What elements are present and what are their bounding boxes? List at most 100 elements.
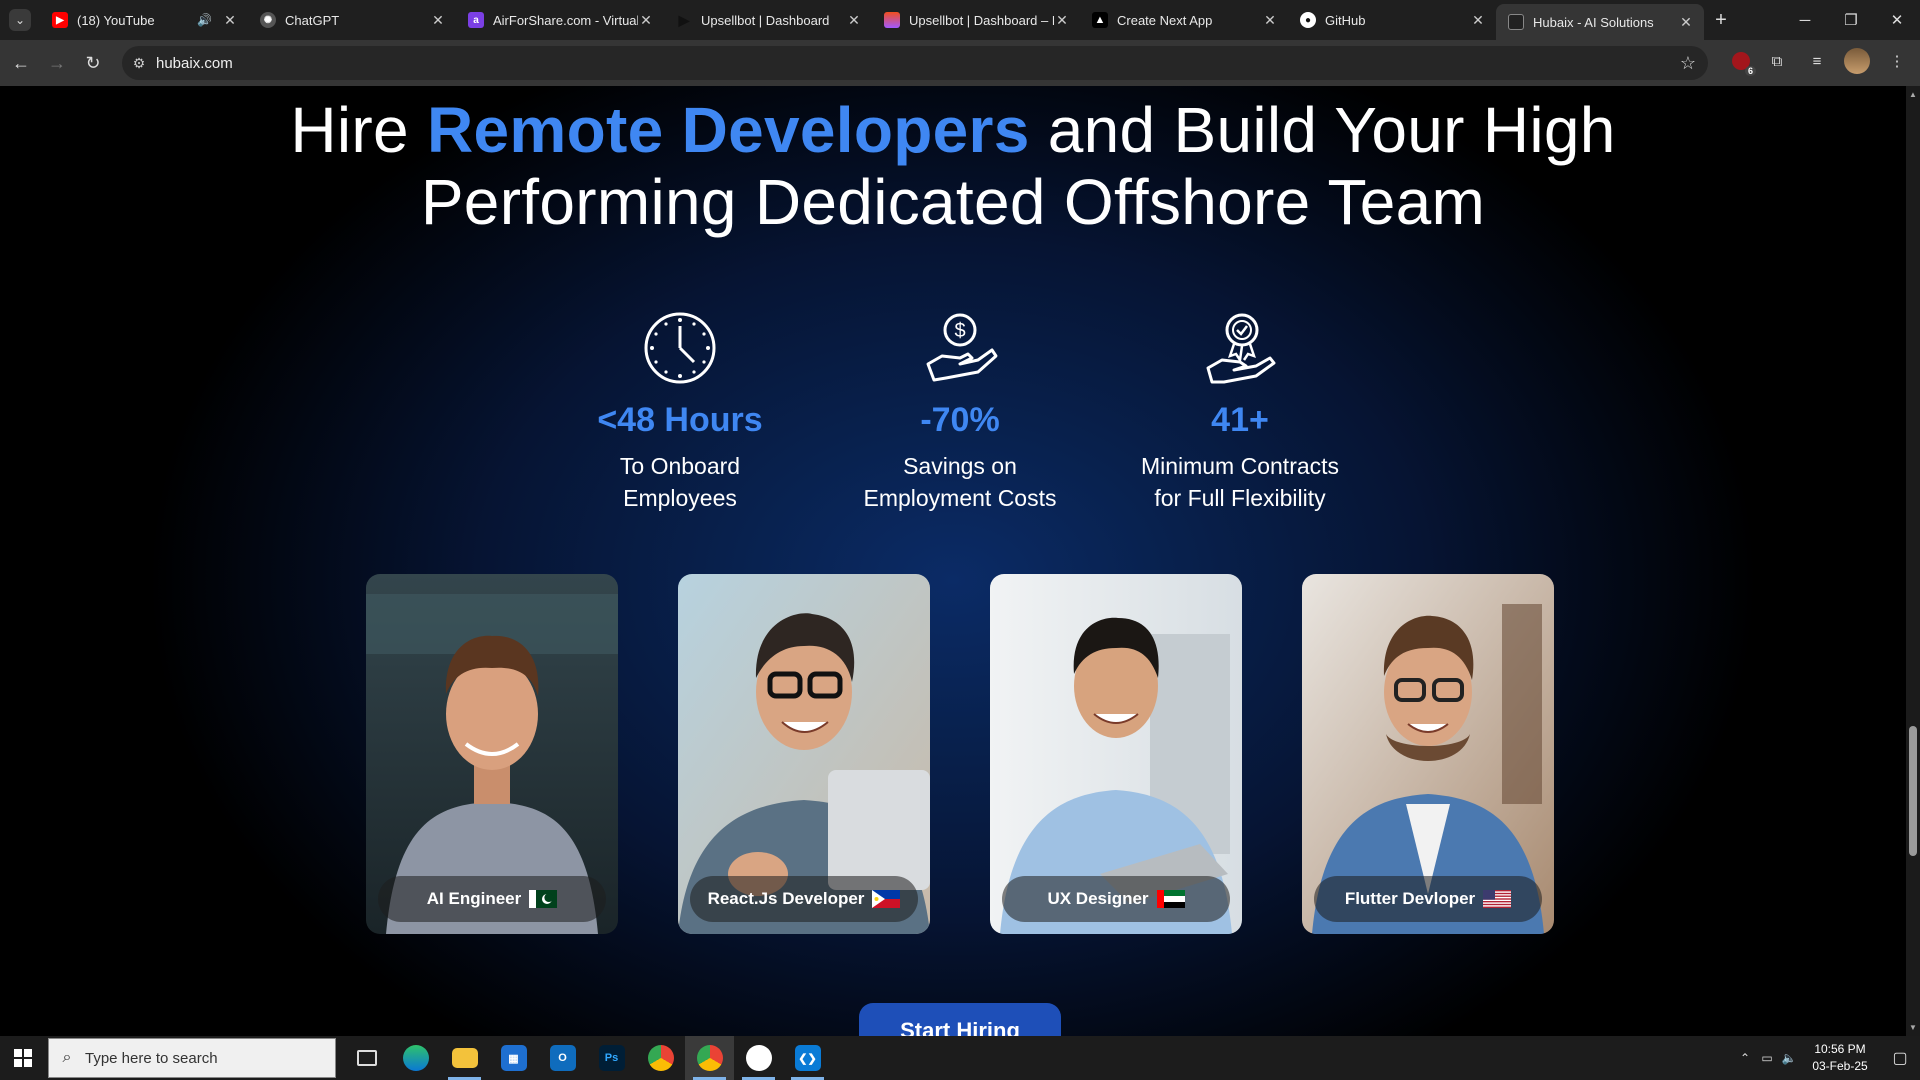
stat-value: -70% (920, 401, 1000, 439)
close-icon[interactable]: ✕ (1262, 12, 1278, 29)
chrome-profile-2-icon[interactable] (734, 1036, 783, 1080)
uae-flag (1156, 890, 1185, 908)
bookmark-star-icon[interactable]: ☆ (1680, 53, 1696, 74)
volume-icon[interactable]: 🔈 (1778, 1051, 1800, 1065)
media-controls-icon[interactable]: ≡ (1804, 48, 1830, 74)
puzzle-extensions-icon[interactable]: ⧉ (1764, 48, 1790, 74)
taskbar-apps: ▦ O Ps ❮❯ (342, 1036, 832, 1080)
developer-card-ai-engineer[interactable]: AI Engineer (366, 574, 618, 934)
close-icon[interactable]: ✕ (638, 12, 654, 29)
developer-card-ux-designer[interactable]: UX Designer (990, 574, 1242, 934)
tab-airforshare[interactable]: a AirForShare.com - Virtual ✕ (456, 0, 664, 40)
title-part2: and Build Your High (1029, 94, 1616, 166)
task-view-icon[interactable] (342, 1036, 391, 1080)
stat-savings: $ -70% Savings on Employment Costs (830, 308, 1090, 514)
vscode-icon[interactable]: ❮❯ (783, 1036, 832, 1080)
hubaix-icon (1508, 14, 1524, 30)
edge-icon[interactable] (391, 1036, 440, 1080)
photoshop-icon[interactable]: Ps (587, 1036, 636, 1080)
youtube-icon: ▶ (52, 12, 68, 28)
pakistan-flag (529, 890, 558, 908)
chrome-icon[interactable] (636, 1036, 685, 1080)
scroll-up-icon[interactable]: ▲ (1909, 90, 1917, 99)
stat-label: Savings on Employment Costs (863, 453, 1057, 511)
tab-label: Create Next App (1117, 12, 1213, 28)
airforshare-icon: a (468, 12, 484, 28)
usa-flag (1483, 890, 1512, 908)
extension-badge-count: 6 (1744, 66, 1756, 76)
title-part1: Hire (290, 94, 427, 166)
tab-upsellbot-dashboard[interactable]: ▶ Upsellbot | Dashboard ✕ (664, 0, 872, 40)
forward-button[interactable]: → (42, 48, 72, 78)
chevron-up-icon[interactable]: ⌃ (1734, 1051, 1756, 1065)
tab-label: (18) YouTube (77, 12, 155, 28)
tab-label: AirForShare.com - Virtual (493, 12, 638, 28)
kebab-menu-icon[interactable]: ⋮ (1884, 48, 1910, 74)
network-icon[interactable]: ▭ (1756, 1051, 1778, 1065)
chatgpt-icon: ✺ (260, 12, 276, 28)
back-button[interactable]: ← (6, 48, 36, 78)
tab-label: ChatGPT (285, 12, 340, 28)
developer-card-flutter-developer[interactable]: Flutter Devloper (1302, 574, 1554, 934)
browser-toolbar: ← → ↻ ⚙ hubaix.com ☆ 6 ⧉ ≡ ⋮ (0, 40, 1920, 86)
outlook-icon[interactable]: O (538, 1036, 587, 1080)
avatar[interactable] (1844, 48, 1870, 74)
close-icon[interactable]: ✕ (430, 12, 446, 29)
close-icon[interactable]: ✕ (1054, 12, 1070, 29)
speaker-icon[interactable]: 🔊 (197, 13, 212, 27)
search-icon: ⌕ (62, 1049, 72, 1066)
close-window-button[interactable]: ✕ (1874, 0, 1920, 40)
chevron-down-icon: ⌄ (9, 9, 31, 31)
page-viewport: Hire Remote Developers and Build Your Hi… (0, 86, 1906, 1036)
role-badge: UX Designer (1002, 876, 1230, 922)
scroll-down-icon[interactable]: ▼ (1909, 1023, 1917, 1032)
clock-icon (640, 308, 720, 388)
tab-search-button[interactable]: ⌄ (0, 0, 40, 40)
site-settings-icon[interactable]: ⚙ (122, 55, 156, 72)
chrome-profile-icon[interactable] (685, 1036, 734, 1080)
toolbar-actions: 6 ⧉ ≡ ⋮ (1732, 48, 1910, 76)
close-icon[interactable]: ✕ (222, 12, 238, 29)
windows-start-icon[interactable] (0, 1036, 46, 1080)
restore-button[interactable]: ❐ (1828, 0, 1874, 40)
stat-onboard: <48 Hours To Onboard Employees (550, 308, 810, 514)
tab-github[interactable]: ● GitHub ✕ (1288, 0, 1496, 40)
windows-taskbar: ⌕ Type here to search ▦ O Ps ❮❯ ⌃ ▭ 🔈 10… (0, 1036, 1920, 1080)
close-icon[interactable]: ✕ (1470, 12, 1486, 29)
tab-chatgpt[interactable]: ✺ ChatGPT ✕ (248, 0, 456, 40)
start-hiring-button[interactable]: Start Hiring (859, 1003, 1061, 1036)
tab-label: Hubaix - AI Solutions (1533, 14, 1654, 30)
notification-icon[interactable]: ▢ (1880, 1048, 1920, 1068)
scrollbar-thumb[interactable] (1909, 726, 1917, 856)
stat-label: Minimum Contracts for Full Flexibility (1140, 453, 1340, 511)
tab-label: Upsellbot | Dashboard (701, 12, 830, 28)
tab-hubaix[interactable]: Hubaix - AI Solutions ✕ (1496, 4, 1704, 40)
svg-text:$: $ (954, 320, 965, 342)
money-hand-icon: $ (920, 308, 1000, 388)
page-scrollbar[interactable]: ▲ ▼ (1906, 86, 1920, 1036)
tab-youtube[interactable]: ▶ (18) YouTube 🔊 ✕ (40, 0, 248, 40)
system-tray: ⌃ ▭ 🔈 10:56 PM 03-Feb-25 ▢ (1734, 1036, 1920, 1080)
browser-tab-strip: ⌄ ▶ (18) YouTube 🔊 ✕ ✺ ChatGPT ✕ a AirFo… (0, 0, 1920, 40)
clock-time: 10:56 PM (1814, 1042, 1866, 1056)
microsoft-store-icon[interactable]: ▦ (489, 1036, 538, 1080)
developer-card-react-developer[interactable]: React.Js Developer (678, 574, 930, 934)
extension-icon[interactable]: 6 (1732, 52, 1756, 76)
role-badge: Flutter Devloper (1314, 876, 1542, 922)
address-bar[interactable]: ⚙ hubaix.com ☆ (122, 46, 1708, 80)
file-explorer-icon[interactable] (440, 1036, 489, 1080)
minimize-button[interactable]: ─ (1782, 0, 1828, 40)
close-icon[interactable]: ✕ (1678, 14, 1694, 31)
close-icon[interactable]: ✕ (846, 12, 862, 29)
figma-icon (884, 12, 900, 28)
tab-upsellbot-figma[interactable]: Upsellbot | Dashboard – F ✕ (872, 0, 1080, 40)
reload-button[interactable]: ↻ (78, 48, 108, 78)
clock[interactable]: 10:56 PM 03-Feb-25 (1800, 1041, 1880, 1075)
taskbar-search-input[interactable]: ⌕ Type here to search (48, 1038, 336, 1078)
search-placeholder: Type here to search (85, 1049, 218, 1067)
github-icon: ● (1300, 12, 1316, 28)
role-label: AI Engineer (426, 889, 522, 908)
tab-create-next-app[interactable]: ▲ Create Next App ✕ (1080, 0, 1288, 40)
new-tab-button[interactable]: + (1704, 9, 1738, 32)
window-controls: ─ ❐ ✕ (1782, 0, 1920, 40)
